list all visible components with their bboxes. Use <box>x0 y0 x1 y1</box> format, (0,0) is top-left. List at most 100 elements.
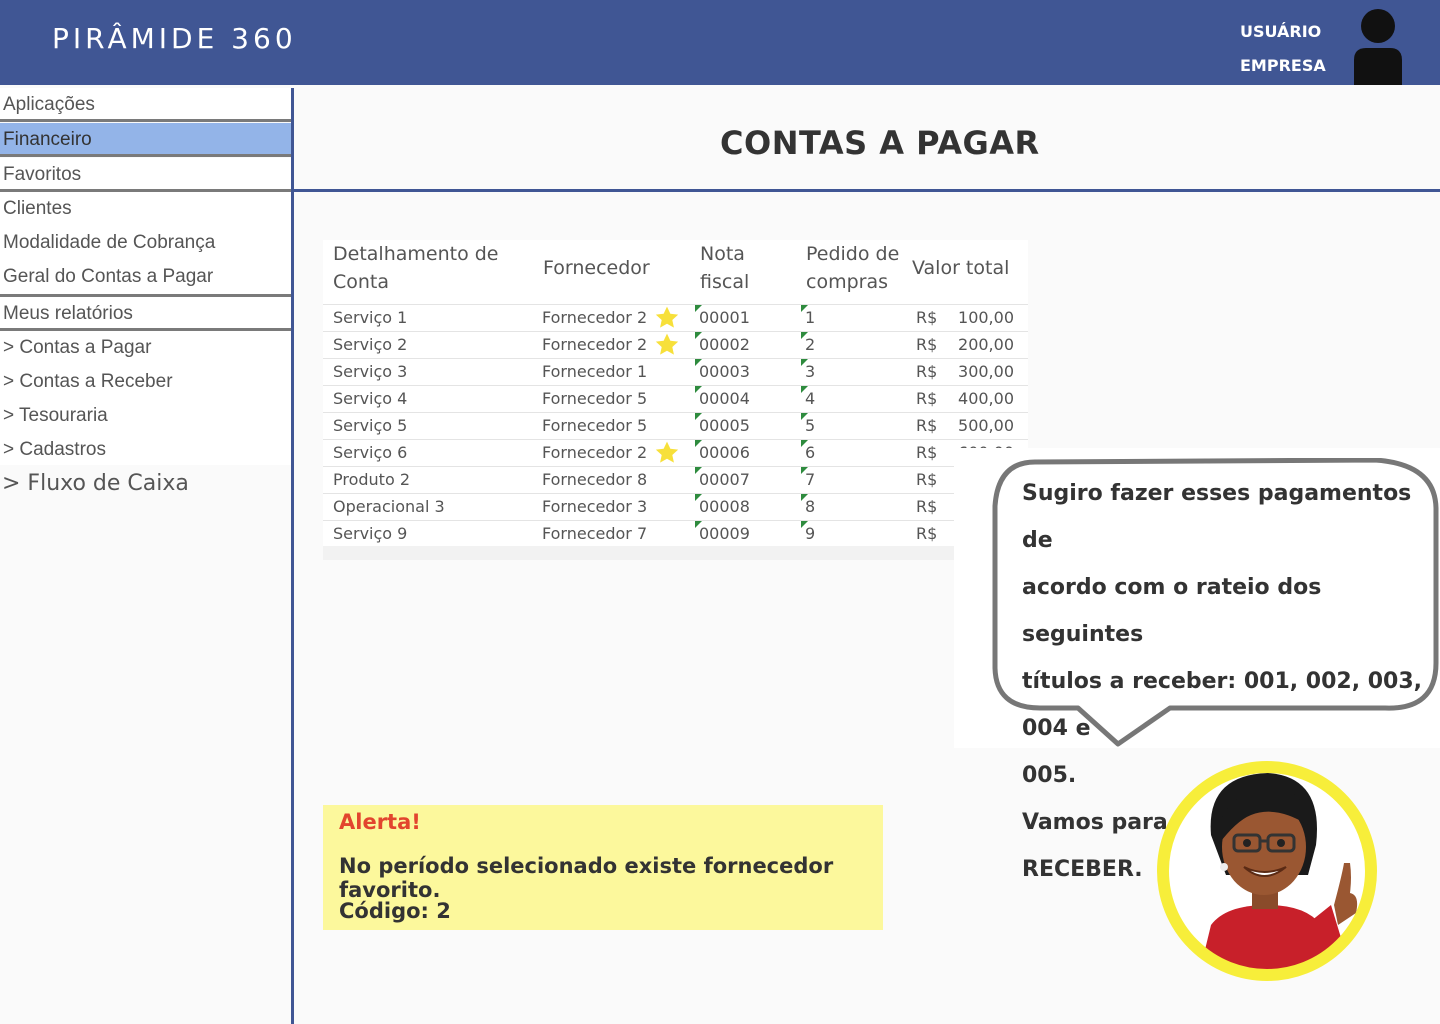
cell-detalhamento: Serviço 6 <box>333 443 408 462</box>
table-row[interactable]: Serviço 5 Fornecedor 5 00005 5 R$ 500,00 <box>323 412 1028 439</box>
message-line-3: títulos a receber: 001, 002, 003, 004 e <box>1022 669 1423 741</box>
title-divider <box>294 189 1440 192</box>
cell-valor-total: 200,00 <box>958 335 1014 354</box>
pedido-indicator-icon <box>801 521 808 528</box>
table-row[interactable]: Serviço 6Fornecedor 2000066R$600,00 <box>323 439 1028 466</box>
pedido-indicator-icon <box>801 332 808 339</box>
cell-fornecedor: Fornecedor 3 <box>542 497 648 516</box>
alert-code: Código: 2 <box>339 899 451 923</box>
cell-detalhamento: Serviço 3 <box>333 362 408 381</box>
cell-detalhamento: Produto 2 <box>333 470 411 489</box>
sidebar: Aplicações Financeiro Favoritos Clientes… <box>0 85 293 1024</box>
sidebar-item-geral-contas-pagar[interactable]: Geral do Contas a Pagar <box>0 260 292 294</box>
nota-indicator-icon <box>695 440 702 447</box>
header-nota-line2: fiscal <box>700 271 750 293</box>
header-pedido-compras: Pedido de compras <box>806 240 899 296</box>
cell-currency: R$ <box>916 389 938 408</box>
cell-currency: R$ <box>916 308 938 327</box>
nota-indicator-icon <box>695 332 702 339</box>
cell-nota-fiscal: 00003 <box>699 362 750 381</box>
table-row[interactable]: Serviço 4 Fornecedor 5 00004 4 R$ 400,00 <box>323 385 1028 412</box>
star-icon[interactable] <box>654 305 680 331</box>
table-row[interactable]: Serviço 1 Fornecedor 2 00001 1 R$ 100,00 <box>323 304 1028 331</box>
cell-nota-fiscal: 00006 <box>699 443 750 462</box>
sidebar-item-contas-pagar[interactable]: > Contas a Pagar <box>0 331 292 365</box>
pedido-indicator-icon <box>801 494 808 501</box>
table-row[interactable]: Operacional 3Fornecedor 3000088R$800,00 <box>323 493 1028 520</box>
sidebar-item-tesouraria[interactable]: > Tesouraria <box>0 399 292 433</box>
cell-valor-total: 100,00 <box>958 308 1014 327</box>
cell-nota-fiscal: 00005 <box>699 416 750 435</box>
cell-fornecedor: Fornecedor 7 <box>542 524 648 543</box>
cell-nota-fiscal: 00008 <box>699 497 750 516</box>
cell-fornecedor: Fornecedor 2 <box>542 443 648 462</box>
nota-indicator-icon <box>695 467 702 474</box>
pedido-indicator-icon <box>801 467 808 474</box>
header-detalhamento-line1: Detalhamento de <box>333 243 499 265</box>
company-name[interactable]: EMPRESA <box>1240 54 1326 88</box>
cell-valor-total: 300,00 <box>958 362 1014 381</box>
favorite-supplier-alert: Alerta! No período selecionado existe fo… <box>323 805 883 930</box>
header-valor-total: Valor total <box>912 257 1010 279</box>
app-logo[interactable]: PIRÂMIDE 360 <box>52 22 297 55</box>
sidebar-item-clientes[interactable]: Clientes <box>0 192 292 226</box>
table-footer <box>323 546 1028 560</box>
assistant-woman-avatar-icon[interactable] <box>1156 755 1378 987</box>
pedido-indicator-icon <box>801 386 808 393</box>
sidebar-item-favoritos[interactable]: Favoritos <box>0 158 292 192</box>
nota-indicator-icon <box>695 521 702 528</box>
nota-indicator-icon <box>695 413 702 420</box>
cell-valor-total: 500,00 <box>958 416 1014 435</box>
pedido-indicator-icon <box>801 359 808 366</box>
cell-fornecedor: Fornecedor 2 <box>542 308 648 327</box>
cell-nota-fiscal: 00002 <box>699 335 750 354</box>
sidebar-group-cadastros: Clientes Modalidade de Cobrança Geral do… <box>0 192 292 297</box>
cell-detalhamento: Serviço 4 <box>333 389 408 408</box>
cell-detalhamento: Serviço 1 <box>333 308 408 327</box>
sidebar-divider <box>291 88 294 1024</box>
table-row[interactable]: Serviço 3 Fornecedor 1 00003 3 R$ 300,00 <box>323 358 1028 385</box>
sidebar-item-financeiro[interactable]: Financeiro <box>0 123 292 157</box>
user-name[interactable]: USUÁRIO <box>1240 20 1326 54</box>
cell-detalhamento: Operacional 3 <box>333 497 445 516</box>
table-row[interactable]: Produto 2Fornecedor 8000077R$700,00 <box>323 466 1028 493</box>
cell-currency: R$ <box>916 362 938 381</box>
table-row[interactable]: Serviço 2 Fornecedor 2 00002 2 R$ 200,00 <box>323 331 1028 358</box>
cell-currency: R$ <box>916 335 938 354</box>
star-icon[interactable] <box>654 332 680 358</box>
cell-valor-total: 400,00 <box>958 389 1014 408</box>
header-pedido-line2: compras <box>806 271 888 293</box>
pedido-indicator-icon <box>801 413 808 420</box>
sidebar-item-contas-receber[interactable]: > Contas a Receber <box>0 365 292 399</box>
message-line-2: acordo com o rateio dos seguintes <box>1022 575 1322 647</box>
sidebar-item-aplicacoes[interactable]: Aplicações <box>0 88 292 122</box>
cell-fornecedor: Fornecedor 1 <box>542 362 648 381</box>
user-info[interactable]: USUÁRIO EMPRESA <box>1240 20 1326 88</box>
header-nota-line1: Nota <box>700 243 745 265</box>
pedido-indicator-icon <box>801 305 808 312</box>
header-detalhamento: Detalhamento de Conta <box>333 240 498 296</box>
cell-detalhamento: Serviço 9 <box>333 524 408 543</box>
cell-fornecedor: Fornecedor 2 <box>542 335 648 354</box>
star-icon[interactable] <box>654 440 680 466</box>
cell-fornecedor: Fornecedor 5 <box>542 416 648 435</box>
cell-nota-fiscal: 00007 <box>699 470 750 489</box>
sidebar-item-fluxo-caixa[interactable]: > Fluxo de Caixa <box>2 471 189 496</box>
user-silhouette-icon[interactable] <box>1352 8 1404 85</box>
alert-message: No período selecionado existe fornecedor… <box>339 854 834 902</box>
cell-fornecedor: Fornecedor 5 <box>542 389 648 408</box>
cell-detalhamento: Serviço 5 <box>333 416 408 435</box>
sidebar-item-modalidade-cobranca[interactable]: Modalidade de Cobrança <box>0 226 292 260</box>
table-row[interactable]: Serviço 9Fornecedor 7000099R$900,00 <box>323 520 1028 547</box>
cell-currency: R$ <box>916 470 938 489</box>
cell-detalhamento: Serviço 2 <box>333 335 408 354</box>
sidebar-item-meus-relatorios[interactable]: Meus relatórios <box>0 297 292 331</box>
cell-nota-fiscal: 00009 <box>699 524 750 543</box>
nota-indicator-icon <box>695 494 702 501</box>
sidebar-item-cadastros[interactable]: > Cadastros <box>0 433 292 467</box>
cell-currency: R$ <box>916 524 938 543</box>
cell-fornecedor: Fornecedor 8 <box>542 470 648 489</box>
sidebar-group-relatorios: > Contas a Pagar > Contas a Receber > Te… <box>0 331 292 465</box>
cell-currency: R$ <box>916 443 938 462</box>
nota-indicator-icon <box>695 305 702 312</box>
